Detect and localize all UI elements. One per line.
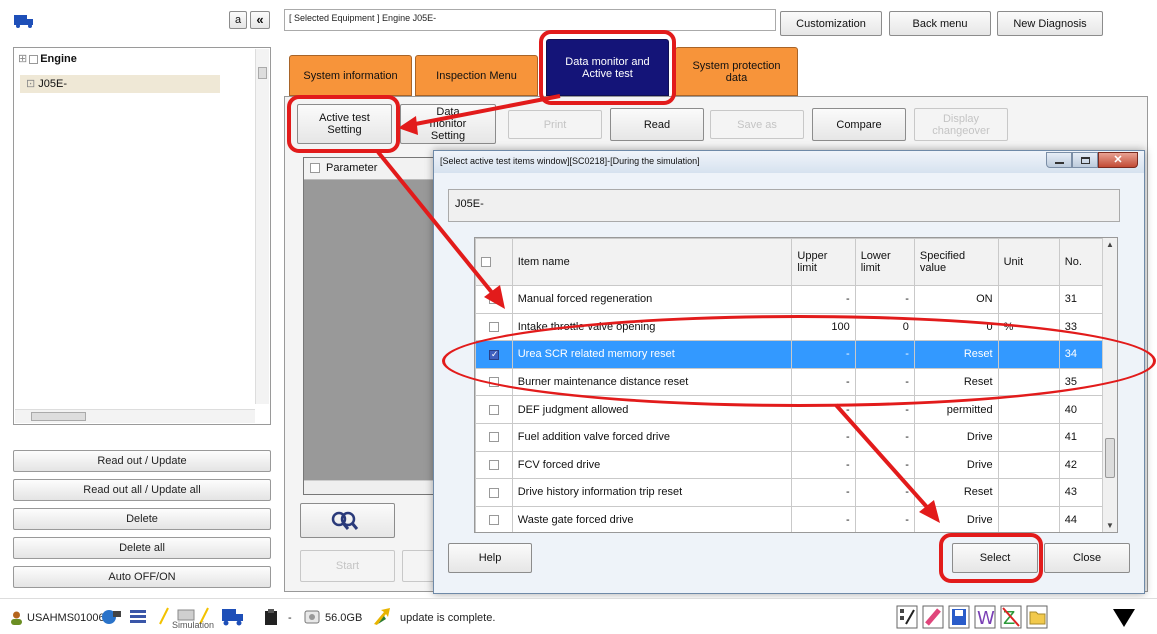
disk-space-label: 56.0GB [325, 612, 363, 624]
update-arrow-icon [372, 606, 392, 626]
clipboard-icon[interactable] [264, 608, 278, 626]
arrow-setting-to-row [376, 150, 505, 309]
user-icon [10, 611, 23, 625]
arrow-tab-to-setting [398, 94, 561, 135]
simulation-label: Simulation [172, 620, 215, 630]
truck-icon[interactable] [220, 607, 246, 627]
disk-icon [304, 609, 320, 625]
annotation-arrows [376, 94, 940, 523]
network-icon[interactable] [100, 608, 122, 626]
list-icon[interactable] [129, 608, 147, 626]
status-message: update is complete. [400, 612, 496, 624]
separator-dash: - [288, 612, 292, 624]
user-id-label: USAHMS010063 [27, 612, 111, 624]
dropdown-triangle-icon[interactable] [1112, 607, 1136, 629]
arrow-row-to-select [834, 403, 940, 523]
svg-text:W: W [977, 608, 995, 629]
tool-icons-strip: W Z [895, 604, 1095, 630]
